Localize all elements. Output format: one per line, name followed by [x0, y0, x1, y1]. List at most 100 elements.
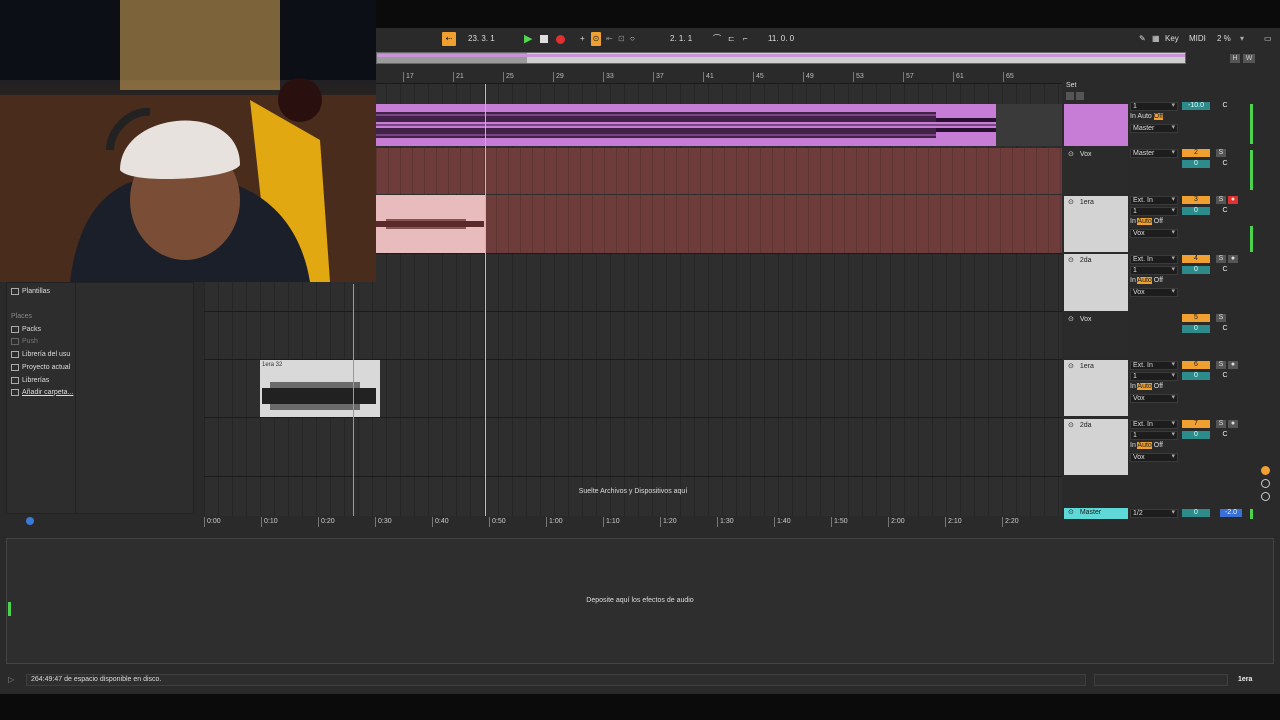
track-header-2da-2[interactable]: ⊙ 2da — [1064, 419, 1128, 475]
song-position[interactable]: 23. 3. 1 — [468, 32, 495, 46]
solo-button[interactable]: S — [1216, 420, 1226, 428]
monitor-in-button[interactable]: In — [1130, 277, 1136, 284]
status-play-icon[interactable]: ▷ — [8, 675, 14, 684]
record-arm-button[interactable]: ● — [1227, 361, 1238, 369]
midi-map-button[interactable]: MIDI — [1189, 32, 1206, 46]
automation-arm-icon[interactable]: ⊙ — [591, 32, 601, 46]
input-select[interactable]: Ext. In — [1130, 196, 1178, 205]
channel-select[interactable]: 1 — [1130, 372, 1178, 381]
sends-toggle-icon[interactable] — [1261, 492, 1270, 501]
monitor-in-button[interactable]: In — [1130, 113, 1136, 120]
output-select[interactable]: Vox — [1130, 288, 1178, 297]
monitor-off-button[interactable]: Off — [1154, 442, 1163, 449]
loop-start[interactable]: 2. 1. 1 — [670, 32, 692, 46]
track-header-vox-2[interactable]: ⊙ Vox — [1064, 313, 1128, 358]
track-header-master[interactable]: ⊙ Master — [1064, 508, 1128, 519]
fold-icon[interactable]: ⊙ — [1064, 360, 1078, 372]
output-select[interactable]: Vox — [1130, 394, 1178, 403]
input-select[interactable]: Ext. In — [1130, 420, 1178, 429]
fold-icon[interactable]: ⊙ — [1064, 196, 1078, 208]
monitor-off-button[interactable]: Off — [1154, 277, 1163, 284]
monitor-in-button[interactable]: In — [1130, 218, 1136, 225]
solo-button[interactable]: S — [1216, 196, 1226, 204]
master-channel-select[interactable]: 1/2 — [1130, 509, 1178, 518]
master-cue-volume[interactable]: -2.0 — [1220, 509, 1242, 517]
monitor-off-button[interactable]: Off — [1154, 383, 1163, 390]
arrow-down-icon[interactable] — [1066, 92, 1074, 100]
monitor-in-button[interactable]: In — [1130, 442, 1136, 449]
keyboard-icon[interactable]: ▦ — [1152, 32, 1160, 46]
pan-field[interactable]: C — [1220, 372, 1230, 379]
loop-length[interactable]: 11. 0. 0 — [768, 32, 794, 46]
group-lane-vox[interactable] — [376, 148, 1062, 194]
monitor-off-button[interactable]: Off — [1153, 113, 1163, 120]
reenable-automation-icon[interactable]: ⇤ — [606, 32, 613, 46]
record-arm-button[interactable]: ● — [1227, 255, 1238, 263]
browser-item-current-project[interactable]: Proyecto actual — [11, 362, 70, 372]
output-select[interactable]: Vox — [1130, 453, 1178, 462]
pan-field[interactable]: C — [1220, 325, 1230, 332]
output-select[interactable]: Vox — [1130, 229, 1178, 238]
clip-view-icon[interactable] — [1261, 466, 1270, 475]
pan-field[interactable]: C — [1220, 160, 1230, 167]
beat-ruler[interactable]: 17 21 25 29 33 37 41 45 49 53 57 61 65 — [376, 72, 1062, 84]
output-select[interactable]: Master — [1130, 124, 1178, 133]
volume-field[interactable]: -10.0 — [1182, 102, 1210, 110]
fold-icon[interactable]: ⊙ — [1064, 148, 1078, 160]
input-select[interactable]: Ext. In — [1130, 255, 1178, 264]
track-header-vox[interactable]: ⊙ Vox — [1064, 148, 1128, 194]
track-activator[interactable]: 6 — [1182, 361, 1210, 369]
input-select[interactable]: Ext. In — [1130, 361, 1178, 370]
audio-clip-1era-32[interactable]: 1era 32 — [260, 360, 380, 417]
play-icon[interactable]: ▶ — [524, 32, 532, 46]
monitor-off-button[interactable]: Off — [1154, 218, 1163, 225]
tap-tempo-button[interactable]: ⇠ — [442, 32, 456, 46]
volume-field[interactable]: 0 — [1182, 207, 1210, 215]
track-header-1era-2[interactable]: ⊙ 1era — [1064, 360, 1128, 416]
height-button[interactable]: H — [1230, 54, 1240, 63]
pan-field[interactable]: C — [1220, 431, 1230, 438]
io-toggle-icon[interactable] — [1261, 479, 1270, 488]
track-activator[interactable]: 4 — [1182, 255, 1210, 263]
browser-item-user-library[interactable]: Librería del usu — [11, 349, 70, 359]
audio-clip-master[interactable] — [376, 104, 996, 146]
capture-icon[interactable]: ⊡ — [618, 32, 625, 46]
overdub-icon[interactable]: + — [580, 32, 585, 46]
pan-field[interactable]: C — [1220, 102, 1230, 109]
record-arm-button[interactable]: ● — [1227, 196, 1238, 204]
session-record-icon[interactable]: ○ — [630, 32, 635, 46]
add-folder-link[interactable]: Añadir carpeta... — [11, 387, 73, 397]
pan-field[interactable]: C — [1220, 266, 1230, 273]
volume-field[interactable]: 0 — [1182, 372, 1210, 380]
volume-field[interactable]: 0 — [1182, 325, 1210, 333]
track-activator[interactable]: 3 — [1182, 196, 1210, 204]
track-activator[interactable]: 5 — [1182, 314, 1210, 322]
cpu-chevron-icon[interactable]: ▾ — [1240, 32, 1244, 46]
solo-button[interactable]: S — [1216, 255, 1226, 263]
browser-item-packs[interactable]: Packs — [11, 324, 41, 334]
pan-field[interactable]: C — [1220, 207, 1230, 214]
record-arm-button[interactable]: ● — [1227, 420, 1238, 428]
monitor-auto-button[interactable]: Auto — [1137, 113, 1151, 120]
monitor-auto-button[interactable]: Auto — [1137, 218, 1152, 225]
browser-item-templates[interactable]: Plantillas — [11, 286, 50, 296]
arrow-up-icon[interactable] — [1076, 92, 1084, 100]
record-icon[interactable] — [556, 35, 565, 44]
volume-field[interactable]: 0 — [1182, 160, 1210, 168]
solo-button[interactable]: S — [1216, 149, 1226, 157]
channel-select[interactable]: 1 — [1130, 266, 1178, 275]
channel-select[interactable]: 1 — [1130, 207, 1178, 216]
arrangement-overview[interactable] — [376, 52, 1186, 64]
punch-out-icon[interactable]: ⌐ — [743, 32, 748, 46]
volume-field[interactable]: 0 — [1182, 266, 1210, 274]
fold-icon[interactable]: ⊙ — [1064, 313, 1078, 325]
track-header-1era[interactable]: ⊙ 1era — [1064, 196, 1128, 252]
track-header-1[interactable] — [1064, 104, 1128, 146]
track-activator[interactable]: 2 — [1182, 149, 1210, 157]
device-view[interactable]: Deposite aquí los efectos de audio — [6, 538, 1274, 664]
monitor-auto-button[interactable]: Auto — [1137, 277, 1152, 284]
punch-in-icon[interactable]: ⌒ — [713, 32, 721, 46]
loop-icon[interactable]: ⊏ — [728, 32, 735, 46]
key-map-button[interactable]: Key — [1165, 32, 1179, 46]
time-ruler[interactable]: 0:00 0:10 0:20 0:30 0:40 0:50 1:00 1:10 … — [204, 517, 1062, 529]
